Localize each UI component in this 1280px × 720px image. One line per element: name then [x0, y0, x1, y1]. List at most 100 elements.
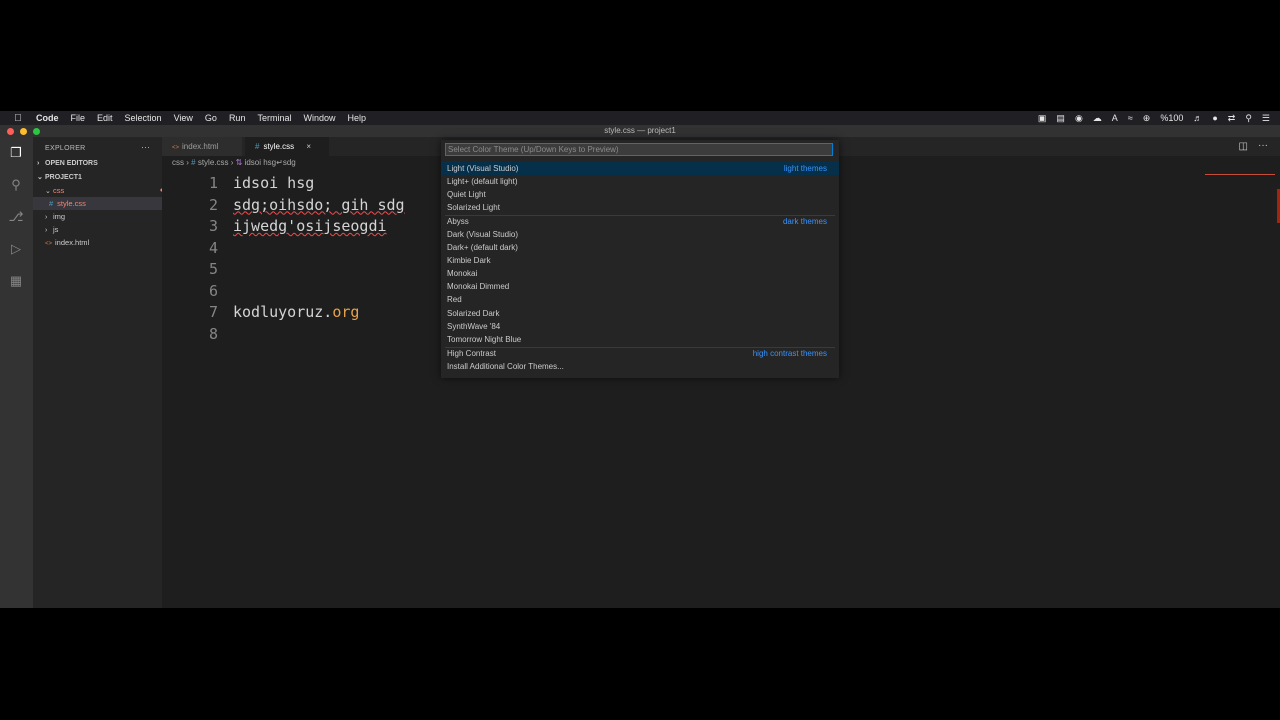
tree-file-style[interactable]: #style.css 3	[33, 197, 178, 210]
breadcrumb-folder[interactable]: css	[172, 158, 184, 167]
line-number: 3	[208, 217, 218, 235]
folder-label: js	[53, 225, 59, 234]
code-content[interactable]: idsoi hsg sdg;oihsdo; gih sdg ijwedg'osi…	[233, 173, 405, 345]
minimap-error-marker	[1205, 174, 1275, 175]
menu-file[interactable]: File	[71, 113, 86, 123]
theme-option[interactable]: Red	[441, 293, 839, 306]
theme-option[interactable]: Monokai	[441, 267, 839, 280]
menu-help[interactable]: Help	[347, 113, 366, 123]
folder-label: img	[53, 212, 66, 221]
menu-go[interactable]: Go	[205, 113, 217, 123]
screen-record-icon[interactable]: ▣	[1038, 113, 1047, 124]
tree-file-index[interactable]: <> index.html	[33, 236, 174, 249]
code-line-text: sdg;oihsdo; gih sdg	[233, 195, 405, 214]
theme-label: High Contrast	[447, 349, 496, 358]
minimize-window-button[interactable]	[20, 128, 27, 135]
cloud-icon[interactable]: ☁	[1093, 113, 1102, 124]
menu-edit[interactable]: Edit	[97, 113, 113, 123]
theme-option[interactable]: Tomorrow Night Blue	[441, 333, 839, 346]
menu-selection[interactable]: Selection	[125, 113, 162, 123]
run-debug-icon[interactable]: ▷	[8, 241, 24, 257]
breadcrumb-symbol[interactable]: idsoi hsg↵sdg	[245, 158, 296, 167]
theme-label: Light (Visual Studio)	[447, 164, 519, 173]
line-number: 8	[208, 324, 218, 343]
install-themes-option[interactable]: Install Additional Color Themes...	[441, 360, 839, 373]
theme-search-input[interactable]: Select Color Theme (Up/Down Keys to Prev…	[445, 143, 833, 156]
tab-index-html[interactable]: <> index.html	[162, 137, 242, 156]
tree-folder-css[interactable]: ⌄css ●	[33, 184, 174, 197]
code-line[interactable]	[233, 324, 405, 346]
search-icon[interactable]: ⚲	[8, 177, 24, 193]
zoom-window-button[interactable]	[33, 128, 40, 135]
split-editor-icon[interactable]: ◫	[1239, 141, 1248, 152]
theme-label: Light+ (default light)	[447, 177, 518, 186]
breadcrumb: css › # style.css › ⇅ idsoi hsg↵sdg	[172, 158, 296, 167]
display-icon[interactable]: ▤	[1056, 113, 1065, 124]
status-icons: ▣ ▤ ◉ ☁ A ≈ ⊕ %100 ♬ ● ⇄ ⚲ ☰	[1038, 111, 1270, 125]
theme-label: Kimbie Dark	[447, 256, 491, 265]
theme-label: Install Additional Color Themes...	[447, 362, 564, 371]
tab-label: style.css	[263, 142, 295, 151]
theme-option[interactable]: Dark+ (default dark)	[441, 241, 839, 254]
line-number: 4	[208, 238, 218, 257]
line-number: 7	[208, 303, 218, 321]
theme-option[interactable]: Solarized Dark	[441, 307, 839, 320]
tree-folder-img[interactable]: › img	[33, 210, 174, 223]
theme-option[interactable]: Kimbie Dark	[441, 254, 839, 267]
explorer-icon[interactable]: ❐	[8, 145, 24, 161]
apple-icon[interactable]: 	[0, 113, 36, 124]
css-file-icon: #	[191, 158, 196, 167]
font-icon[interactable]: A	[1112, 113, 1118, 123]
group-label: light themes	[783, 164, 827, 173]
theme-option[interactable]: Dark (Visual Studio)	[441, 228, 839, 241]
menu-view[interactable]: View	[174, 113, 193, 123]
search-icon[interactable]: ⚲	[1245, 113, 1252, 124]
more-actions-icon[interactable]: ···	[141, 142, 150, 152]
theme-option[interactable]: SynthWave '84	[441, 320, 839, 333]
source-control-icon[interactable]: ⎇	[8, 209, 24, 225]
code-line[interactable]	[233, 259, 405, 281]
theme-option[interactable]: Monokai Dimmed	[441, 280, 839, 293]
menu-app[interactable]: Code	[36, 113, 59, 123]
wifi-icon[interactable]: ≈	[1128, 113, 1133, 123]
folder-label: css	[53, 186, 65, 195]
input-placeholder: Select Color Theme (Up/Down Keys to Prev…	[448, 145, 619, 154]
code-line[interactable]	[233, 281, 405, 303]
code-line[interactable]: kodluyoruz.org	[233, 302, 405, 324]
theme-label: Monokai Dimmed	[447, 282, 510, 291]
line-number: 6	[208, 281, 218, 300]
toggle-icon[interactable]: ◉	[1075, 113, 1083, 124]
theme-option[interactable]: High Contrast high contrast themes	[441, 347, 839, 360]
project-section[interactable]: ⌄ PROJECT1	[33, 171, 166, 184]
close-icon[interactable]: ×	[306, 142, 311, 151]
theme-label: Quiet Light	[447, 190, 486, 199]
extensions-icon[interactable]: ▦	[8, 273, 24, 289]
code-line[interactable]	[233, 238, 405, 260]
more-actions-icon[interactable]: ···	[1258, 140, 1268, 151]
open-editors-section[interactable]: › OPEN EDITORS	[33, 157, 166, 170]
tab-label: index.html	[182, 142, 219, 151]
code-line[interactable]: idsoi hsg	[233, 173, 405, 195]
code-line[interactable]: sdg;oihsdo; gih sdg	[233, 195, 405, 217]
window-title: style.css — project1	[604, 126, 676, 135]
breadcrumb-file[interactable]: style.css	[198, 158, 229, 167]
control-center-icon[interactable]: ☰	[1262, 113, 1270, 124]
theme-option[interactable]: Abyss dark themes	[441, 215, 839, 228]
menu-window[interactable]: Window	[303, 113, 335, 123]
close-window-button[interactable]	[7, 128, 14, 135]
tree-folder-js[interactable]: › js	[33, 223, 174, 236]
menu-run[interactable]: Run	[229, 113, 246, 123]
theme-option[interactable]: Light (Visual Studio) light themes	[441, 162, 839, 175]
code-line[interactable]: ijwedg'osijseogdi	[233, 216, 405, 238]
theme-option[interactable]: Light+ (default light)	[441, 175, 839, 188]
tab-style-css[interactable]: # style.css ×	[245, 137, 329, 156]
switch-icon[interactable]: ⇄	[1228, 113, 1236, 124]
sync-icon[interactable]: ⊕	[1143, 113, 1151, 124]
theme-option[interactable]: Solarized Light	[441, 201, 839, 214]
html-file-icon: <>	[172, 145, 180, 151]
symbol-icon: ⇅	[235, 158, 243, 167]
user-icon[interactable]: ●	[1212, 113, 1217, 123]
menu-terminal[interactable]: Terminal	[257, 113, 291, 123]
volume-icon[interactable]: ♬	[1193, 113, 1202, 123]
theme-option[interactable]: Quiet Light	[441, 188, 839, 201]
